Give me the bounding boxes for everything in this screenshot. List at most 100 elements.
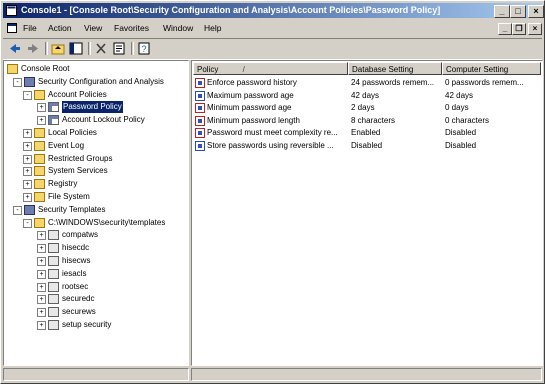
menu-file[interactable]: File (23, 20, 37, 37)
expand-icon[interactable]: + (37, 282, 46, 292)
tree-node[interactable]: + securews (4, 306, 188, 318)
status-segment-2 (191, 368, 542, 381)
expand-icon[interactable]: + (37, 295, 46, 305)
console-doc-icon[interactable] (7, 23, 17, 33)
tree-node[interactable]: + System Services (4, 165, 188, 177)
tree-node[interactable]: - C:\WINDOWS\security\templates (4, 217, 188, 229)
mdi-minimize-button[interactable]: _ (498, 23, 512, 35)
column-label-policy: Policy (197, 65, 219, 74)
tree-node[interactable]: + setup security (4, 319, 188, 331)
help-icon[interactable]: ? (136, 41, 152, 56)
expand-icon[interactable]: + (23, 193, 32, 202)
collapse-icon[interactable]: - (13, 77, 22, 87)
menu-bar: File Action View Favorites Window Help (3, 20, 542, 37)
mdi-restore-button[interactable]: ❐ (512, 23, 526, 35)
tree-node[interactable]: + securedc (4, 293, 188, 305)
expand-icon[interactable]: + (23, 141, 32, 151)
tree-node-label: File System (48, 192, 90, 201)
maximize-button[interactable]: □ (510, 5, 526, 18)
console-tree[interactable]: Console Root - Security Configuration and … (3, 60, 189, 366)
folder-icon (34, 192, 45, 202)
template-icon (48, 256, 59, 266)
menu-action[interactable]: Action (48, 20, 72, 37)
tree-node-label: hisecdc (62, 243, 90, 253)
column-header-computer-setting[interactable]: Computer Setting (442, 62, 541, 75)
policy-row[interactable]: Minimum password age 2 days 0 days (192, 102, 542, 114)
cell-computer: 42 days (445, 90, 474, 100)
folder-icon (34, 217, 45, 228)
menu-help[interactable]: Help (204, 20, 221, 37)
policy-match-icon (195, 90, 205, 101)
policy-mismatch-icon (195, 103, 205, 114)
expand-icon[interactable]: + (23, 180, 32, 190)
delete-icon[interactable] (93, 41, 109, 56)
tree-node[interactable]: + Account Lockout Policy (4, 114, 188, 126)
expand-icon[interactable]: + (37, 308, 46, 318)
svg-text:?: ? (141, 44, 146, 54)
folder-icon (34, 140, 45, 151)
collapse-icon[interactable]: - (13, 205, 22, 215)
policy-row[interactable]: Enforce password history 24 passwords rem… (192, 77, 542, 89)
policy-row[interactable]: Password must meet complexity re... Enabl… (192, 127, 542, 139)
expand-icon[interactable]: + (37, 269, 46, 279)
mmc-app-icon (6, 5, 17, 16)
tree-node-label: Local Policies (48, 128, 97, 137)
tree-node[interactable]: + rootsec (4, 281, 188, 293)
tree-node[interactable]: + compatws (4, 229, 188, 241)
tree-node[interactable]: - Account Policies (4, 89, 188, 101)
expand-icon[interactable]: + (23, 129, 32, 138)
expand-icon[interactable]: + (37, 257, 46, 266)
details-pane[interactable]: Policy / Database Setting Computer Setti… (191, 60, 543, 366)
expand-icon[interactable]: + (37, 103, 46, 113)
properties-icon[interactable] (111, 41, 127, 56)
policy-row[interactable]: Minimum password length 8 characters 0 cha… (192, 115, 542, 127)
column-header-policy[interactable]: Policy / (193, 62, 348, 75)
policy-row[interactable]: Store passwords using reversible ... Disa… (192, 140, 542, 152)
minimize-button[interactable]: _ (494, 5, 510, 18)
tree-node[interactable]: + File System (4, 191, 188, 203)
collapse-icon[interactable]: - (23, 218, 32, 228)
window-title: Console1 - [Console Root\Security Config… (21, 5, 441, 15)
expand-icon[interactable]: + (37, 321, 46, 330)
tree-node-label: iesacls (62, 268, 87, 278)
tree-node[interactable]: + Event Log (4, 140, 188, 152)
policy-mismatch-icon (195, 78, 205, 88)
cell-computer: 0 passwords remem... (445, 78, 524, 87)
expand-icon[interactable]: + (37, 244, 46, 254)
cell-database: 8 characters (351, 115, 396, 125)
title-bar[interactable]: Console1 - [Console Root\Security Config… (3, 3, 544, 18)
folder-icon (34, 89, 45, 100)
expand-icon[interactable]: + (37, 231, 46, 241)
expand-icon[interactable]: + (37, 116, 46, 126)
tree-node[interactable]: + hisecws (4, 255, 188, 267)
menu-view[interactable]: View (84, 20, 102, 37)
expand-icon[interactable]: + (23, 154, 32, 164)
tree-node[interactable]: + iesacls (4, 268, 188, 280)
folder-icon (34, 179, 45, 190)
cell-policy: Enforce password history (207, 78, 297, 87)
close-button[interactable]: × (528, 5, 544, 18)
tree-node[interactable]: + Local Policies (4, 127, 188, 139)
column-header-database-setting[interactable]: Database Setting (348, 62, 442, 75)
up-folder-icon[interactable] (50, 41, 66, 56)
tree-node[interactable]: Console Root (4, 63, 188, 75)
menu-window[interactable]: Window (163, 20, 193, 37)
tree-node[interactable]: + hisecdc (4, 242, 188, 254)
tree-node[interactable]: + Password Policy (4, 100, 188, 115)
back-icon[interactable] (7, 41, 23, 56)
tree-node[interactable]: - Security Configuration and Analysis (4, 76, 188, 88)
policy-row[interactable]: Maximum password age 42 days 42 days (192, 90, 542, 102)
expand-icon[interactable]: + (23, 167, 32, 177)
cell-policy: Minimum password age (207, 103, 292, 113)
status-bar (3, 367, 542, 381)
tree-node[interactable]: + Restricted Groups (4, 153, 188, 165)
policy-match-icon (195, 141, 205, 151)
tree-node[interactable]: - Security Templates (4, 204, 188, 216)
tree-node[interactable]: + Registry (4, 178, 188, 190)
show-hide-tree-icon[interactable] (68, 41, 84, 56)
tree-node-label: Account Policies (48, 89, 107, 99)
forward-icon[interactable] (25, 41, 41, 56)
mdi-close-button[interactable]: × (528, 23, 542, 35)
menu-favorites[interactable]: Favorites (114, 20, 149, 37)
collapse-icon[interactable]: - (23, 90, 32, 100)
